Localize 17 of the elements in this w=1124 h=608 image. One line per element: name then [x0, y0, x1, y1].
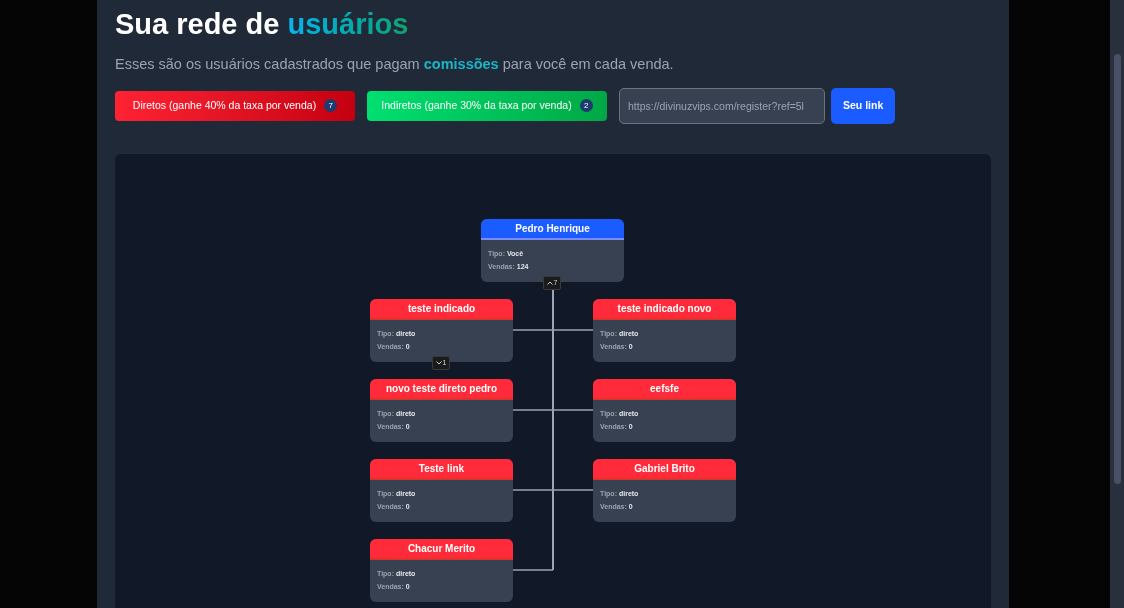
filter-button[interactable]: Diretos (ganhe 40% da taxa por venda) 7 [115, 90, 355, 121]
page-subtitle: Esses são os usuários cadastrados que pagam comissões para você em cada venda. [115, 55, 675, 74]
user-name: teste indicado [370, 298, 513, 320]
user-name: novo teste direto pedro [370, 378, 513, 400]
referral-link-field[interactable]: https://divinuzvips.com/register?ref=5l [619, 87, 825, 124]
scrollbar[interactable] [1110, 0, 1124, 608]
user-name: Pedro Henrique [481, 218, 624, 240]
user-name: eefsfe [593, 378, 736, 400]
filter-button[interactable]: Indiretos (ganhe 30% da taxa por venda) 2 [367, 90, 607, 121]
page-title: Sua rede de usuários [115, 7, 410, 42]
chevron-up-icon [546, 280, 553, 285]
user-name: teste indicado novo [593, 298, 736, 320]
user-name: Chacur Merito [370, 538, 513, 560]
user-name: Gabriel Brito [593, 458, 736, 480]
copy-link-button[interactable]: Seu link [831, 87, 896, 124]
chevron-down-icon [435, 360, 442, 365]
user-name: Teste link [370, 458, 513, 480]
